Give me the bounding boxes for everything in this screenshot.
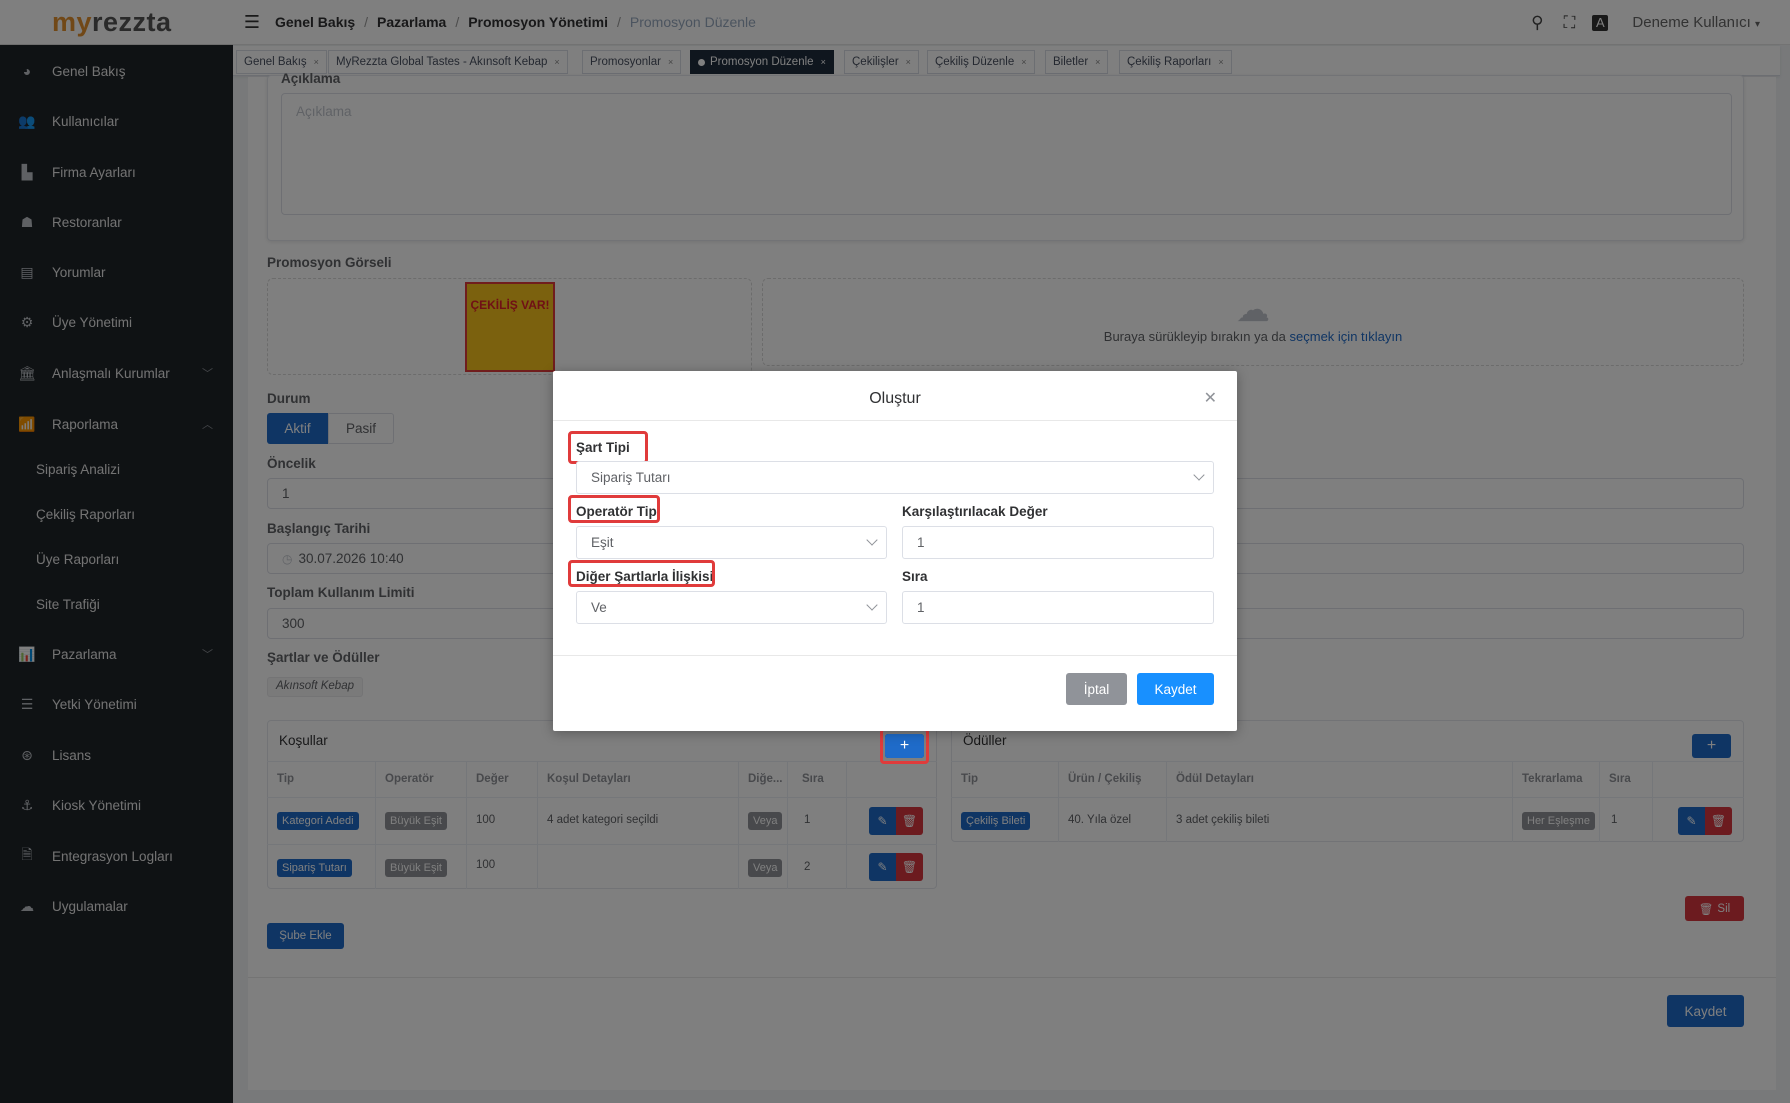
relation-value: Ve <box>591 600 607 615</box>
highlight-box <box>880 728 929 764</box>
chevron-down-icon <box>1193 469 1205 481</box>
compare-value-input[interactable]: 1 <box>902 526 1214 559</box>
order-input[interactable]: 1 <box>902 591 1214 624</box>
condition-type-value: Sipariş Tutarı <box>591 470 671 485</box>
create-condition-modal: Oluştur ✕ Şart Tipi Sipariş Tutarı Opera… <box>553 371 1237 731</box>
highlight-box <box>568 495 660 523</box>
operator-type-select[interactable]: Eşit <box>576 526 887 559</box>
highlight-box <box>568 560 715 587</box>
highlight-box <box>568 431 648 464</box>
modal-save-button[interactable]: Kaydet <box>1137 673 1214 705</box>
chevron-down-icon <box>866 534 878 546</box>
relation-select[interactable]: Ve <box>576 591 887 624</box>
compare-value-label: Karşılaştırılacak Değer <box>902 504 1048 519</box>
condition-type-select[interactable]: Sipariş Tutarı <box>576 461 1214 494</box>
order-label: Sıra <box>902 569 928 584</box>
operator-type-value: Eşit <box>591 535 614 550</box>
modal-title: Oluştur <box>869 390 921 407</box>
close-icon[interactable]: ✕ <box>1204 388 1217 408</box>
chevron-down-icon <box>866 599 878 611</box>
cancel-button[interactable]: İptal <box>1066 673 1127 705</box>
